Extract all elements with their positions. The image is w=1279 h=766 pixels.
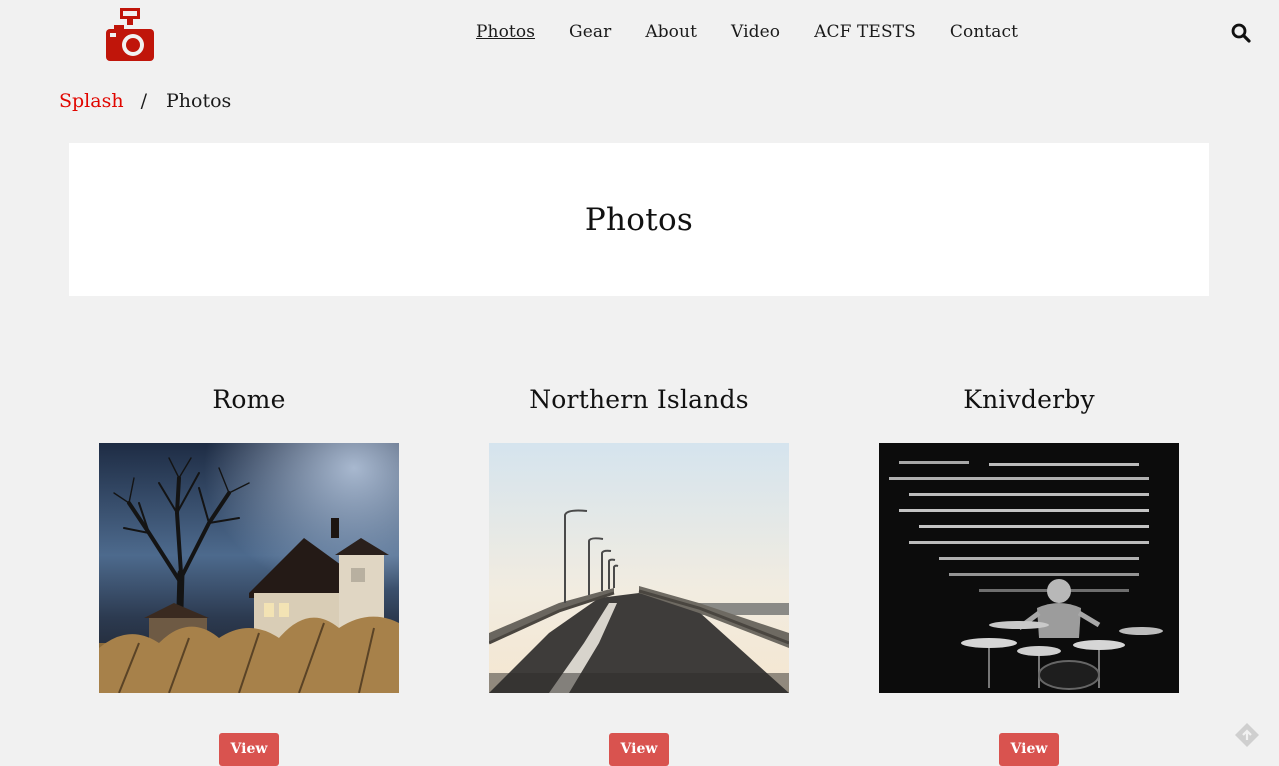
nav-link-contact[interactable]: Contact	[950, 22, 1018, 42]
gallery-card-northern-islands: Northern Islands View	[489, 380, 789, 766]
gallery-card-knivderby: Knivderby View	[879, 380, 1179, 766]
view-button-rome[interactable]: View	[219, 733, 279, 766]
breadcrumb-link-splash[interactable]: Splash	[59, 90, 124, 112]
nav-link-video[interactable]: Video	[731, 22, 780, 42]
gallery-card-title: Rome	[212, 385, 286, 414]
page-title: Photos	[584, 201, 694, 238]
gallery-card-title: Knivderby	[963, 385, 1095, 414]
gallery-image-rome[interactable]	[99, 443, 399, 693]
nav-link-gear[interactable]: Gear	[569, 22, 611, 42]
gallery-card-rome: Rome View	[99, 380, 399, 766]
nav-link-acf-tests[interactable]: ACF TESTS	[814, 22, 916, 42]
site-header: Photos Gear About Video ACF TESTS Contac…	[0, 0, 1279, 66]
feedback-icon[interactable]	[1234, 722, 1260, 748]
camera-flash-icon[interactable]	[106, 8, 154, 61]
search-icon[interactable]	[1230, 22, 1252, 44]
view-button-knivderby[interactable]: View	[999, 733, 1059, 766]
breadcrumb: Splash / Photos	[59, 88, 231, 114]
breadcrumb-separator: /	[140, 90, 147, 112]
gallery-card-title: Northern Islands	[529, 385, 749, 414]
page-title-panel: Photos	[69, 143, 1209, 296]
nav-link-photos[interactable]: Photos	[476, 22, 535, 42]
gallery-image-northern-islands[interactable]	[489, 443, 789, 693]
view-button-northern-islands[interactable]: View	[609, 733, 669, 766]
breadcrumb-current: Photos	[165, 90, 232, 112]
main-nav: Photos Gear About Video ACF TESTS Contac…	[476, 20, 1052, 44]
gallery-image-knivderby[interactable]	[879, 443, 1179, 693]
nav-link-about[interactable]: About	[645, 22, 697, 42]
